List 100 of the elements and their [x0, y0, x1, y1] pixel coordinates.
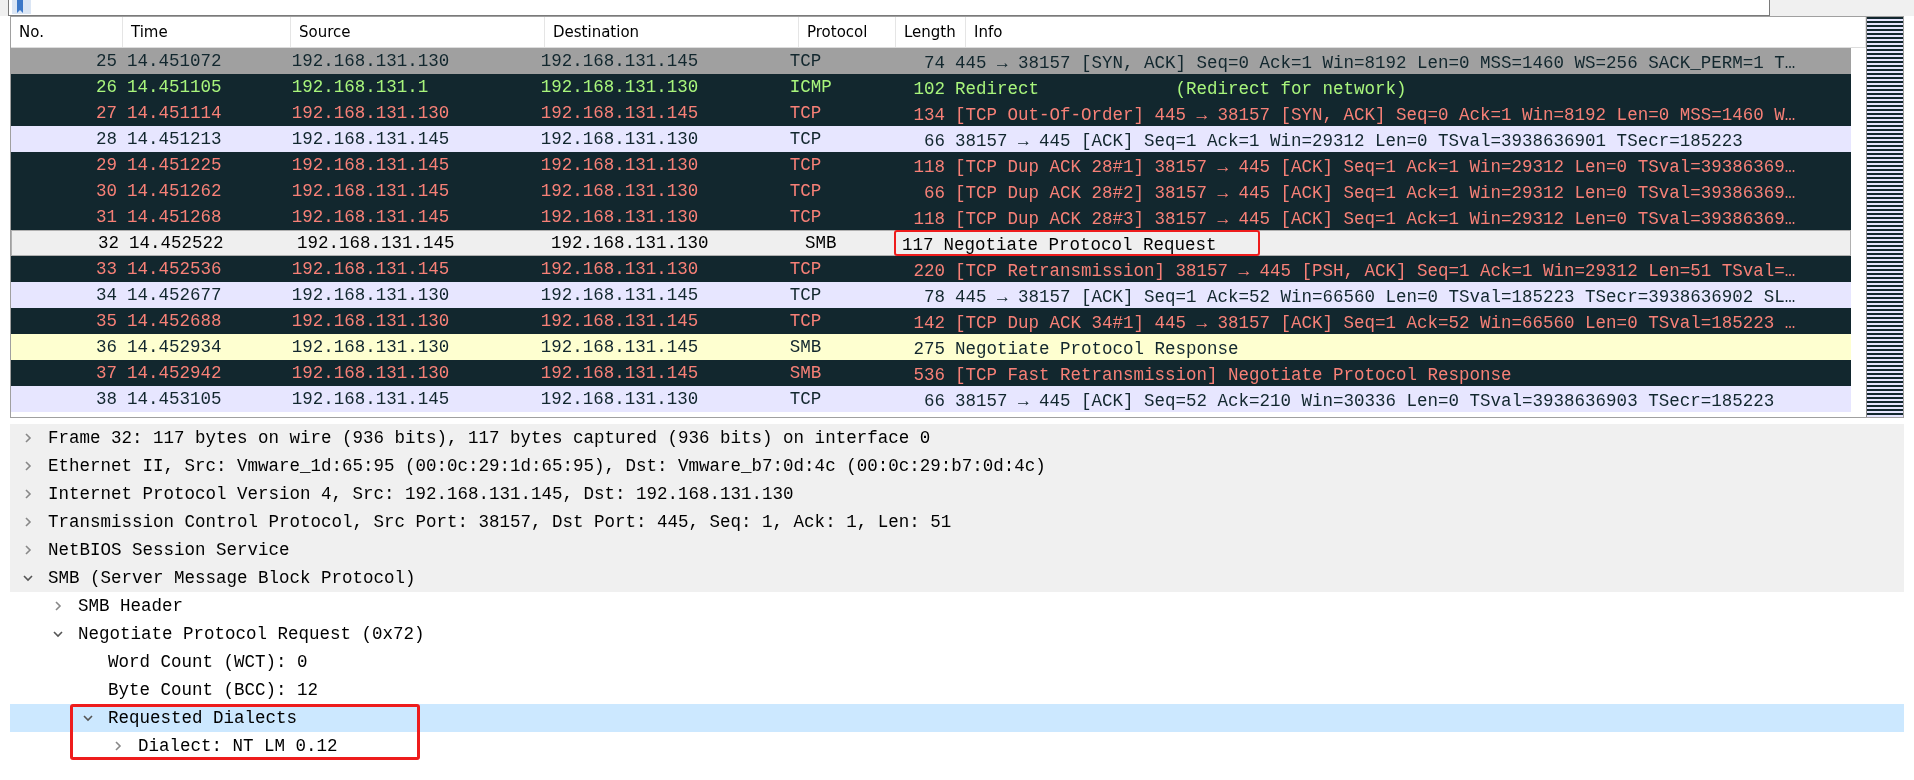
- packet-length: 118: [912, 208, 946, 228]
- column-header[interactable]: Source: [291, 17, 545, 47]
- protocol-name: SMB: [804, 232, 838, 255]
- protocol-name: TCP: [788, 128, 823, 151]
- source-address: 192.168.131.130: [290, 362, 451, 385]
- protocol-name: SMB: [788, 362, 823, 385]
- packet-row[interactable]: 28 14.451213 192.168.131.145 192.168.131.130 TCP 66 38157 → 445 [ACK] Seq=1 Ack=1 Win=29312 Len=0 TSval=3938636901 TSecr=185223: [11, 126, 1851, 152]
- column-header[interactable]: No.: [11, 17, 123, 47]
- packet-number: 35: [94, 310, 118, 333]
- source-address: 192.168.131.130: [290, 336, 451, 359]
- source-address: 192.168.131.145: [290, 128, 451, 151]
- chevron-right-icon[interactable]: [112, 740, 124, 752]
- packet-info: [TCP Fast Retransmission] Negotiate Protocol Response: [954, 364, 1513, 384]
- packet-length: 134: [912, 104, 946, 124]
- chevron-down-icon[interactable]: [82, 712, 94, 724]
- protocol-name: TCP: [788, 258, 823, 281]
- chevron-right-icon[interactable]: [22, 460, 34, 472]
- chevron-right-icon[interactable]: [22, 488, 34, 500]
- column-header[interactable]: Destination: [545, 17, 799, 47]
- packet-row[interactable]: 29 14.451225 192.168.131.145 192.168.131.130 TCP 118 [TCP Dup ACK 28#1] 38157 → 445 [ACK] Seq=1 Ack=1 Win=29312 Len=0 TSval=39386369…: [11, 152, 1851, 178]
- source-address: 192.168.131.145: [290, 154, 451, 177]
- packet-info: 38157 → 445 [ACK] Seq=52 Ack=210 Win=30336 Len=0 TSval=3938636903 TSecr=185223: [954, 390, 1776, 410]
- packet-row[interactable]: 31 14.451268 192.168.131.145 192.168.131.130 TCP 118 [TCP Dup ACK 28#3] 38157 → 445 [ACK] Seq=1 Ack=1 Win=29312 Len=0 TSval=39386369…: [11, 204, 1851, 230]
- destination-address: 192.168.131.145: [539, 284, 700, 307]
- chevron-down-icon[interactable]: [22, 572, 34, 584]
- packet-row[interactable]: 37 14.452942 192.168.131.130 192.168.131.145 SMB 536 [TCP Fast Retransmission] Negotiate Protocol Response: [11, 360, 1851, 386]
- packet-time: 14.453105: [125, 388, 223, 411]
- protocol-name: TCP: [788, 154, 823, 177]
- packet-number: 26: [94, 76, 118, 99]
- column-header[interactable]: Length: [896, 17, 966, 47]
- destination-address: 192.168.131.130: [539, 180, 700, 203]
- packet-length: 66: [923, 130, 946, 150]
- packet-info: Negotiate Protocol Response: [954, 338, 1240, 358]
- destination-address: 192.168.131.130: [539, 258, 700, 281]
- packet-time: 14.451213: [125, 128, 223, 151]
- detail-field[interactable]: Negotiate Protocol Request (0x72): [78, 624, 425, 644]
- destination-address: 192.168.131.130: [550, 232, 710, 255]
- detail-field[interactable]: SMB Header: [78, 596, 184, 616]
- packet-row[interactable]: 36 14.452934 192.168.131.130 192.168.131.145 SMB 275 Negotiate Protocol Response: [11, 334, 1851, 360]
- packet-number: 38: [94, 388, 118, 411]
- packet-row[interactable]: 33 14.452536 192.168.131.145 192.168.131.130 TCP 220 [TCP Retransmission] 38157 → 445 [PSH, ACK] Seq=1 Ack=1 Win=29312 Len=51 TSval=…: [11, 256, 1851, 282]
- packet-info: [TCP Dup ACK 34#1] 445 → 38157 [ACK] Seq=1 Ack=52 Win=66560 Len=0 TSval=185223 …: [954, 312, 1797, 332]
- packet-row[interactable]: 34 14.452677 192.168.131.130 192.168.131.145 TCP 78 445 → 38157 [ACK] Seq=1 Ack=52 Win=66560 Len=0 TSval=185223 TSecr=3938636902 SL…: [11, 282, 1851, 308]
- chevron-down-icon[interactable]: [52, 628, 64, 640]
- packet-info: Redirect (Redirect for network): [954, 78, 1408, 98]
- chevron-right-icon[interactable]: [22, 544, 34, 556]
- detail-field[interactable]: Requested Dialects: [108, 708, 298, 728]
- packet-number: 31: [94, 206, 118, 229]
- detail-field[interactable]: NetBIOS Session Service: [48, 540, 290, 560]
- packet-row[interactable]: 38 14.453105 192.168.131.145 192.168.131.130 TCP 66 38157 → 445 [ACK] Seq=52 Ack=210 Win=30336 Len=0 TSval=3938636903 TSecr=185223: [11, 386, 1851, 412]
- packet-length: 102: [912, 78, 946, 98]
- packet-number: 32: [97, 232, 120, 255]
- column-header[interactable]: Protocol: [799, 17, 896, 47]
- chevron-right-icon[interactable]: [22, 432, 34, 444]
- detail-field[interactable]: SMB (Server Message Block Protocol): [48, 568, 416, 588]
- packet-length: 142: [912, 312, 946, 332]
- protocol-name: TCP: [788, 284, 823, 307]
- packet-time: 14.452688: [125, 310, 223, 333]
- packet-row[interactable]: 26 14.451105 192.168.131.1 192.168.131.130 ICMP 102 Redirect (Redirect for network): [11, 74, 1851, 100]
- column-header[interactable]: Time: [123, 17, 291, 47]
- protocol-name: SMB: [788, 336, 823, 359]
- packet-row[interactable]: 27 14.451114 192.168.131.130 192.168.131.145 TCP 134 [TCP Out-Of-Order] 445 → 38157 [SYN, ACK] Seq=0 Ack=1 Win=8192 Len=0 MSS=1460 W…: [11, 100, 1851, 126]
- source-address: 192.168.131.1: [290, 76, 430, 99]
- protocol-name: TCP: [788, 310, 823, 333]
- packet-row[interactable]: 25 14.451072 192.168.131.130 192.168.131.145 TCP 74 445 → 38157 [SYN, ACK] Seq=0 Ack=1 Win=8192 Len=0 MSS=1460 WS=256 SACK_PERM=1 T…: [11, 48, 1851, 74]
- packet-row[interactable]: 30 14.451262 192.168.131.145 192.168.131.130 TCP 66 [TCP Dup ACK 28#2] 38157 → 445 [ACK] Seq=1 Ack=1 Win=29312 Len=0 TSval=39386369…: [11, 178, 1851, 204]
- packet-length: 78: [923, 286, 946, 306]
- destination-address: 192.168.131.145: [539, 336, 700, 359]
- packet-number: 36: [94, 336, 118, 359]
- destination-address: 192.168.131.145: [539, 362, 700, 385]
- packet-length: 66: [923, 182, 946, 202]
- protocol-name: TCP: [788, 180, 823, 203]
- packet-time: 14.452522: [128, 232, 225, 255]
- packet-length: 220: [912, 260, 946, 280]
- source-address: 192.168.131.130: [290, 284, 451, 307]
- packet-number: 30: [94, 180, 118, 203]
- detail-field[interactable]: Byte Count (BCC): 12: [108, 680, 319, 700]
- packet-row[interactable]: 32 14.452522 192.168.131.145 192.168.131.130 SMB 117 Negotiate Protocol Request: [11, 230, 1851, 256]
- destination-address: 192.168.131.130: [539, 76, 700, 99]
- destination-address: 192.168.131.130: [539, 206, 700, 229]
- packet-time: 14.452536: [125, 258, 223, 281]
- chevron-right-icon[interactable]: [22, 516, 34, 528]
- scrollbar-minimap[interactable]: [1866, 17, 1903, 417]
- packet-info: [TCP Dup ACK 28#1] 38157 → 445 [ACK] Seq=1 Ack=1 Win=29312 Len=0 TSval=39386369…: [954, 156, 1797, 176]
- detail-field[interactable]: Dialect: NT LM 0.12: [138, 736, 338, 756]
- protocol-name: TCP: [788, 206, 823, 229]
- protocol-name: TCP: [788, 50, 823, 73]
- chevron-right-icon[interactable]: [52, 600, 64, 612]
- packet-time: 14.451268: [125, 206, 223, 229]
- packet-row[interactable]: 35 14.452688 192.168.131.130 192.168.131.145 TCP 142 [TCP Dup ACK 34#1] 445 → 38157 [ACK] Seq=1 Ack=52 Win=66560 Len=0 TSval=185223 …: [11, 308, 1851, 334]
- destination-address: 192.168.131.145: [539, 50, 700, 73]
- packet-number: 29: [94, 154, 118, 177]
- packet-info: 445 → 38157 [SYN, ACK] Seq=0 Ack=1 Win=8192 Len=0 MSS=1460 WS=256 SACK_PERM=1 T…: [954, 52, 1797, 72]
- detail-field[interactable]: Word Count (WCT): 0: [108, 652, 308, 672]
- destination-address: 192.168.131.130: [539, 128, 700, 151]
- packet-length: 536: [912, 364, 946, 384]
- display-filter-field[interactable]: [8, 0, 1770, 16]
- bookmark-icon[interactable]: [9, 0, 31, 14]
- packet-number: 34: [94, 284, 118, 307]
- packet-number: 25: [94, 50, 118, 73]
